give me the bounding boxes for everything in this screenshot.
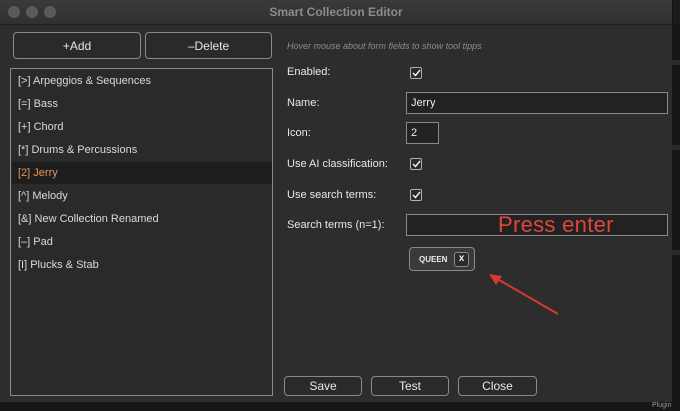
close-button[interactable]: Close [458,376,537,396]
smart-collection-editor-window: Smart Collection Editor +Add –Delete [>]… [0,0,673,402]
window-title: Smart Collection Editor [269,5,403,19]
save-button[interactable]: Save [284,376,362,396]
name-field[interactable]: Jerry [406,92,668,114]
plugin-label: Plugin [652,402,672,409]
check-icon [411,69,421,77]
tooltip-hint: Hover mouse about form fields to show to… [287,41,482,51]
list-item-arpeggios[interactable]: [>] Arpeggios & Sequences [12,70,272,92]
background-app-strip [0,402,680,411]
search-terms-toggle-label: Use search terms: [287,189,377,201]
list-item-plucks[interactable]: [I] Plucks & Stab [12,254,272,276]
delete-button[interactable]: –Delete [145,32,272,59]
ai-classification-label: Use AI classification: [287,158,388,170]
name-label: Name: [287,97,320,109]
background-tick [672,145,680,150]
enabled-label: Enabled: [287,66,331,78]
add-button[interactable]: +Add [13,32,141,59]
list-item-jerry[interactable]: [2] Jerry [12,162,272,184]
list-item-new-collection[interactable]: [&] New Collection Renamed [12,208,272,230]
press-enter-annotation: Press enter [498,212,614,237]
list-item-melody[interactable]: [^] Melody [12,185,272,207]
check-icon [411,160,421,168]
search-terms-checkbox[interactable] [410,189,422,201]
check-icon [411,191,421,199]
chip-label: QUEEN [419,255,448,264]
collection-list[interactable]: [>] Arpeggios & Sequences [=] Bass [+] C… [10,68,273,396]
list-item-drums[interactable]: [*] Drums & Percussions [12,139,272,161]
test-button[interactable]: Test [371,376,449,396]
icon-field[interactable]: 2 [406,122,439,144]
remove-chip-button[interactable]: x [454,252,469,267]
search-term-chip: QUEEN x [409,247,475,271]
enabled-checkbox[interactable] [410,67,422,79]
ai-classification-checkbox[interactable] [410,158,422,170]
icon-label: Icon: [287,127,311,139]
list-item-pad[interactable]: [–] Pad [12,231,272,253]
title-bar: Smart Collection Editor [0,0,672,25]
search-terms-label: Search terms (n=1): [287,219,385,231]
red-arrow-icon [489,274,559,315]
list-item-bass[interactable]: [=] Bass [12,93,272,115]
background-tick [672,250,680,255]
background-app-edge [672,24,680,411]
list-item-chord[interactable]: [+] Chord [12,116,272,138]
background-tick [672,60,680,65]
